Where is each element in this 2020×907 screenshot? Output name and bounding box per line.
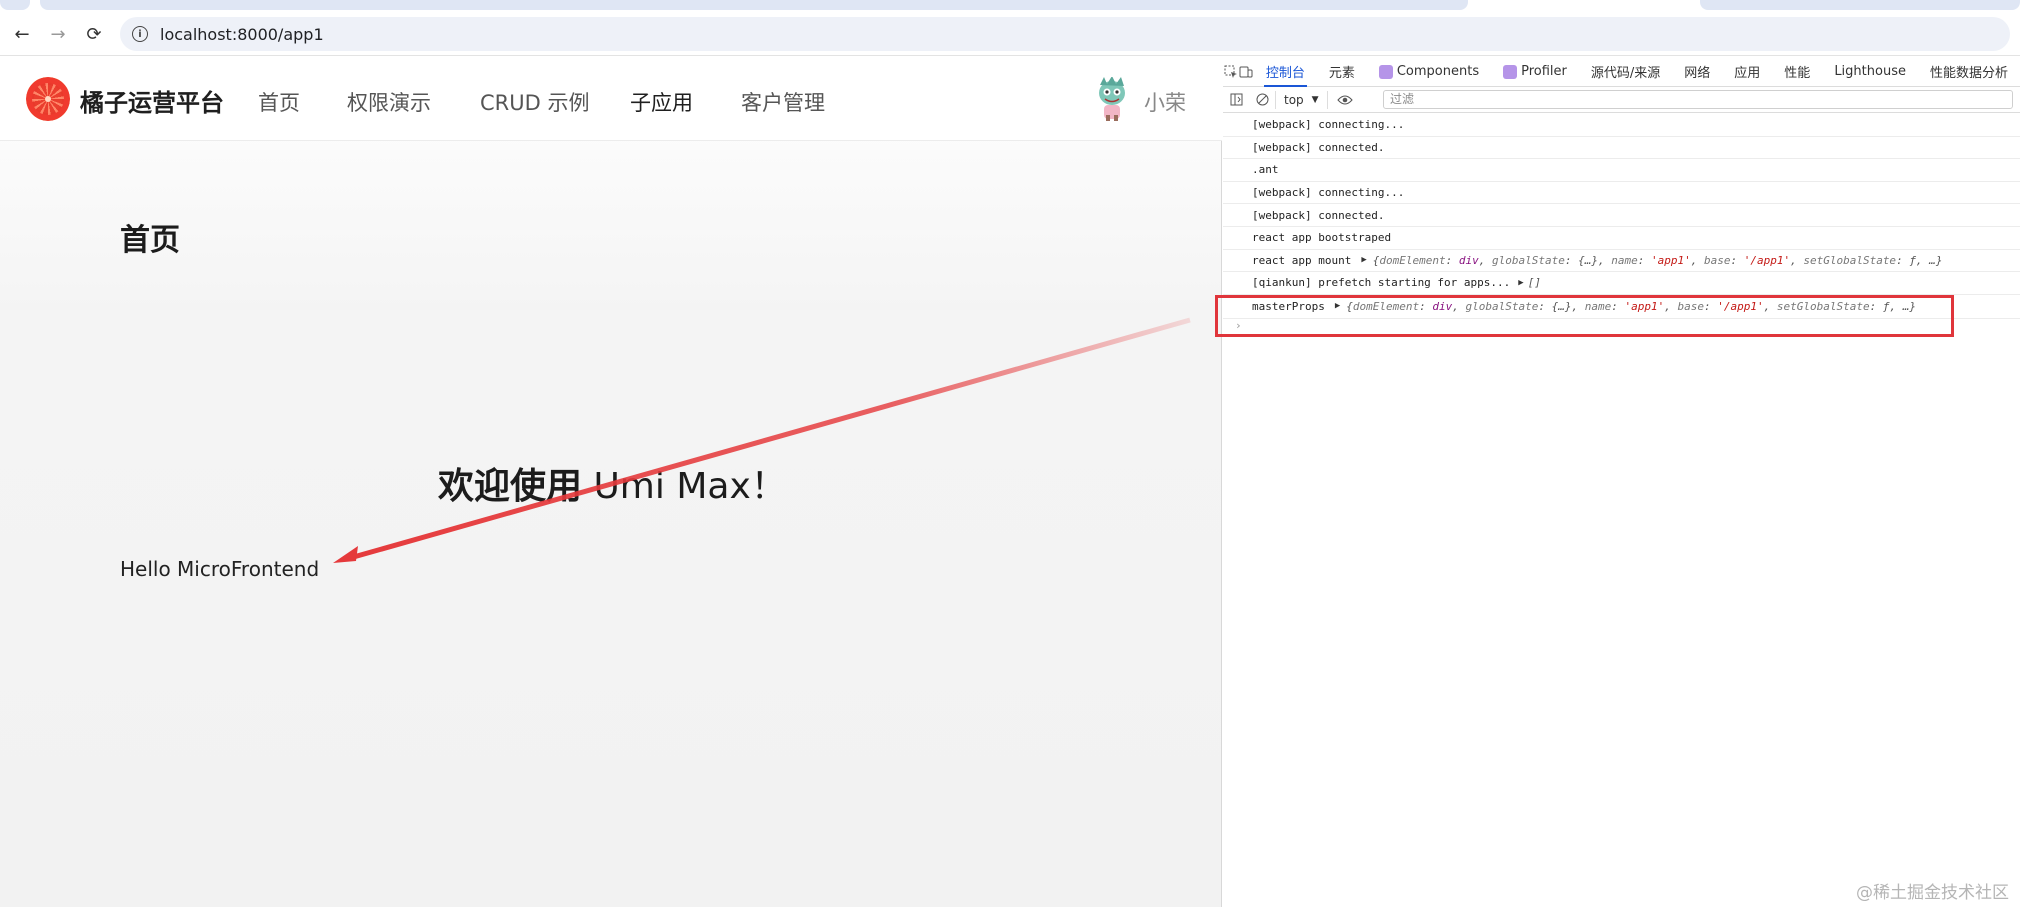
obj-domElement: div — [1458, 253, 1479, 267]
browser-tab-strip — [0, 0, 2020, 12]
welcome-rest: Umi Max！ — [582, 466, 787, 507]
tab-profiler-label: Profiler — [1521, 64, 1567, 79]
menu-item-customers[interactable]: 客户管理 — [741, 87, 825, 117]
tab-performance[interactable]: 性能 — [1772, 57, 1822, 87]
context-label: top — [1284, 92, 1304, 107]
console-message: [webpack] connected. — [1223, 204, 2020, 227]
mount-object-preview[interactable]: {domElement: div, globalState: {…}, name… — [1373, 254, 1943, 267]
console-message-prefetch[interactable]: [qiankun] prefetch starting for apps... … — [1223, 272, 2020, 295]
console-message: [webpack] connected. — [1223, 137, 2020, 160]
tab-lighthouse[interactable]: Lighthouse — [1822, 57, 1918, 87]
menu-item-subapp[interactable]: 子应用 — [630, 87, 693, 117]
console-message: [webpack] connecting... — [1223, 182, 2020, 205]
obj-globalState: {…} — [1578, 253, 1598, 267]
obj-base: '/app1' — [1743, 253, 1791, 267]
sidebar-toggle-icon[interactable] — [1223, 85, 1249, 115]
react-icon — [1378, 64, 1393, 79]
expand-triangle-icon[interactable]: ▶ — [1361, 255, 1366, 265]
dropdown-caret-icon: ▼ — [1311, 94, 1319, 105]
back-icon[interactable]: ← — [10, 22, 34, 46]
url-text: localhost:8000/app1 — [160, 24, 324, 44]
clear-console-icon[interactable] — [1249, 85, 1275, 115]
expand-triangle-icon[interactable]: ▶ — [1518, 278, 1523, 288]
context-selector[interactable]: top ▼ — [1275, 90, 1328, 109]
menu-item-crud[interactable]: CRUD 示例 — [480, 87, 589, 117]
prefetch-array[interactable]: [] — [1528, 276, 1541, 289]
user-name[interactable]: 小荣 — [1144, 87, 1186, 117]
tab-fragment[interactable] — [0, 0, 30, 10]
watermark: @稀土掘金技术社区 — [1856, 883, 2009, 903]
menu-item-home[interactable]: 首页 — [258, 87, 300, 117]
console-message: .ant — [1223, 159, 2020, 182]
site-info-icon[interactable]: i — [132, 26, 148, 42]
reload-icon[interactable]: ⟳ — [82, 22, 106, 46]
menu-item-access[interactable]: 权限演示 — [347, 87, 431, 117]
tab-application[interactable]: 应用 — [1722, 57, 1772, 87]
console-message-mount[interactable]: react app mount ▶ {domElement: div, glob… — [1223, 250, 2020, 273]
live-expression-eye-icon[interactable] — [1328, 85, 1362, 115]
console-message: [webpack] connecting... — [1223, 114, 2020, 137]
tab-network[interactable]: 网络 — [1672, 57, 1722, 87]
hello-text: Hello MicroFrontend — [120, 557, 320, 581]
mount-label: react app mount — [1252, 253, 1352, 267]
active-tab[interactable] — [40, 0, 1468, 10]
tab-elements[interactable]: 元素 — [1317, 57, 1367, 87]
prefetch-label: [qiankun] prefetch starting for apps... — [1252, 276, 1511, 290]
devtools-tabbar: 控制台 元素 Components Profiler 源代码/来源 网络 应用 … — [1223, 57, 2020, 87]
devtools-panel: 控制台 元素 Components Profiler 源代码/来源 网络 应用 … — [1223, 57, 2020, 907]
page-title: 首页 — [120, 223, 180, 258]
welcome-heading: 欢迎使用 Umi Max！ — [438, 457, 787, 509]
forward-icon[interactable]: → — [46, 22, 70, 46]
user-avatar[interactable] — [1092, 77, 1132, 121]
react-icon — [1503, 64, 1518, 79]
tab-performance-insights[interactable]: 性能数据分析 — [1918, 57, 2020, 87]
inspect-element-icon[interactable] — [1223, 57, 1238, 87]
obj-setGlobalState: ƒ, … — [1909, 253, 1936, 267]
device-toolbar-icon[interactable] — [1238, 57, 1253, 87]
console-message: react app bootstraped — [1223, 227, 2020, 250]
app-header: 橘子运营平台 首页 权限演示 CRUD 示例 子应用 客户管理 小荣 — [0, 57, 1222, 141]
tab-console[interactable]: 控制台 — [1254, 57, 1317, 87]
address-bar-row: ← → ⟳ i localhost:8000/app1 — [0, 12, 2020, 56]
orange-logo-icon[interactable] — [26, 77, 70, 121]
welcome-bold: 欢迎使用 — [438, 466, 583, 507]
brand-title[interactable]: 橘子运营平台 — [80, 83, 224, 118]
obj-name: 'app1' — [1650, 253, 1691, 267]
tab-fragment[interactable] — [1700, 0, 2020, 10]
micro-app-page: 橘子运营平台 首页 权限演示 CRUD 示例 子应用 客户管理 小荣 首页 欢迎… — [0, 57, 1222, 907]
tab-components-label: Components — [1396, 64, 1480, 79]
console-filter-input[interactable]: 过滤 — [1383, 90, 2013, 109]
console-toolbar: top ▼ 过滤 — [1223, 87, 2020, 113]
highlight-rectangle — [1215, 295, 1954, 337]
tab-sources[interactable]: 源代码/来源 — [1579, 57, 1672, 87]
tab-components[interactable]: Components — [1367, 57, 1491, 87]
tab-profiler[interactable]: Profiler — [1491, 57, 1579, 87]
url-field[interactable]: i localhost:8000/app1 — [120, 17, 2010, 51]
